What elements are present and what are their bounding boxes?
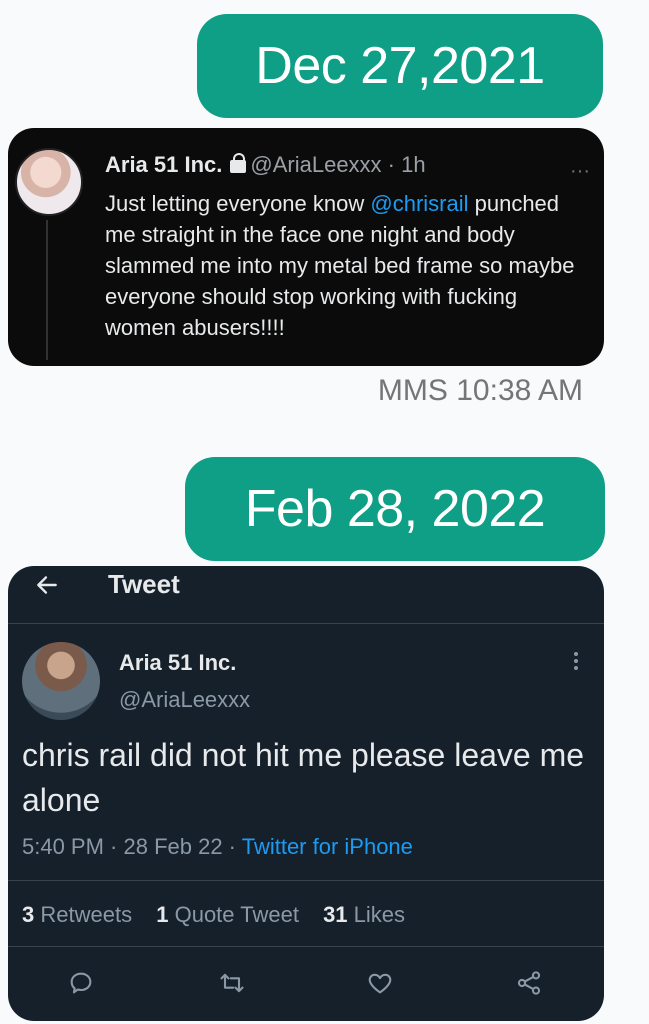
display-name: Aria 51 Inc. (105, 152, 223, 177)
tweet-topbar: Tweet (8, 566, 604, 616)
retweets-label: Retweets (40, 902, 133, 927)
date-bubble-2: Feb 28, 2022 (185, 457, 605, 561)
retweet-icon[interactable] (218, 969, 246, 997)
tweet-screenshot-2[interactable]: Tweet Aria 51 Inc. @AriaLeexxx chris rai… (8, 566, 604, 1021)
retweets-count: 3 (22, 902, 35, 927)
quotes-count: 1 (156, 902, 169, 927)
date-bubble-1: Dec 27,2021 (197, 14, 603, 118)
handle: @AriaLeexxx (250, 152, 382, 177)
likes-count: 31 (323, 902, 348, 927)
likes-label: Likes (353, 902, 406, 927)
like-icon[interactable] (366, 969, 394, 997)
reply-icon[interactable] (67, 969, 95, 997)
likes-stat: 31 Likes (323, 902, 405, 927)
mention-link: @chrisrail (370, 191, 469, 216)
more-options-icon (574, 652, 578, 672)
avatar (22, 642, 100, 720)
retweets-stat: 3 Retweets (22, 902, 132, 927)
quotes-stat: 1 Quote Tweet (156, 902, 299, 927)
quotes-label: Quote Tweet (174, 902, 299, 927)
more-options-icon: ··· (570, 160, 590, 182)
tweet-screenshot-1[interactable]: Aria 51 Inc. @AriaLeexxx · 1h ··· Just le… (8, 128, 604, 366)
display-name: Aria 51 Inc. (119, 650, 237, 675)
divider (8, 623, 604, 624)
timestamp: 5:40 PM · 28 Feb 22 · (22, 834, 242, 859)
share-icon[interactable] (515, 969, 543, 997)
tweet-meta: 5:40 PM · 28 Feb 22 · Twitter for iPhone (22, 834, 413, 860)
handle: @AriaLeexxx (119, 687, 251, 712)
back-arrow-icon (37, 576, 57, 594)
avatar (15, 148, 83, 216)
tweet-stats: 3 Retweets 1 Quote Tweet 31 Likes (22, 902, 423, 928)
tweet-header: Aria 51 Inc. @AriaLeexxx · 1h (105, 152, 426, 178)
divider (8, 946, 604, 947)
tweet-time: · 1h (381, 152, 426, 177)
lock-icon (230, 153, 247, 173)
page-title: Tweet (108, 569, 180, 599)
thread-line (46, 220, 48, 360)
message-meta: MMS 10:38 AM (377, 374, 583, 407)
tweet-text-part: Just letting everyone know (105, 191, 371, 216)
tweet-text: Just letting everyone know @chrisrail pu… (105, 188, 590, 343)
divider (8, 880, 604, 881)
source-link: Twitter for iPhone (241, 834, 413, 859)
tweet-text: chris rail did not hit me please leave m… (22, 737, 585, 818)
